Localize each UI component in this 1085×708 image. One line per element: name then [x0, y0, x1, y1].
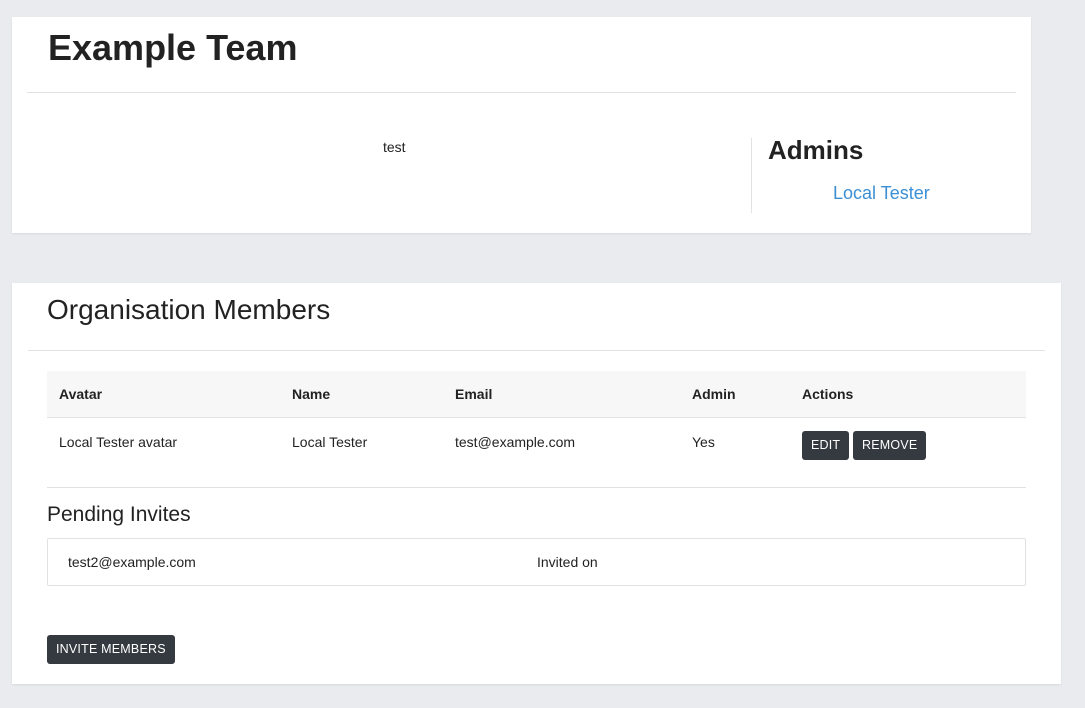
admin-link-local-tester[interactable]: Local Tester	[833, 183, 930, 204]
members-table-header: Avatar Name Email Admin Actions	[47, 371, 1026, 418]
team-card: Example Team test Admins Local Tester	[12, 17, 1031, 233]
column-header-avatar: Avatar	[59, 386, 103, 402]
member-admin-status: Yes	[692, 434, 715, 450]
column-header-name: Name	[292, 386, 331, 402]
pending-invites-heading: Pending Invites	[47, 503, 191, 526]
invite-members-button[interactable]: INVITE MEMBERS	[47, 635, 175, 664]
column-header-email: Email	[455, 386, 493, 402]
team-divider	[27, 92, 1016, 93]
members-divider	[28, 350, 1045, 351]
team-title: Example Team	[48, 27, 298, 68]
column-header-admin: Admin	[692, 386, 736, 402]
members-heading: Organisation Members	[47, 294, 331, 325]
pending-invite-item: test2@example.com Invited on	[47, 538, 1026, 586]
members-card: Organisation Members Avatar Name Email A…	[12, 283, 1061, 684]
edit-member-button[interactable]: EDIT	[802, 431, 850, 460]
column-header-actions: Actions	[802, 386, 854, 402]
member-email: test@example.com	[455, 434, 576, 450]
admins-heading: Admins	[768, 135, 864, 165]
team-description: test	[383, 139, 406, 155]
member-avatar: Local Tester avatar	[59, 434, 178, 450]
pending-invite-date: Invited on	[537, 554, 598, 570]
table-row: Local Tester avatar Local Tester test@ex…	[47, 419, 1026, 488]
member-name: Local Tester	[292, 434, 368, 450]
remove-member-button[interactable]: REMOVE	[853, 431, 927, 460]
pending-invite-email: test2@example.com	[68, 554, 196, 570]
admins-divider	[751, 138, 752, 213]
